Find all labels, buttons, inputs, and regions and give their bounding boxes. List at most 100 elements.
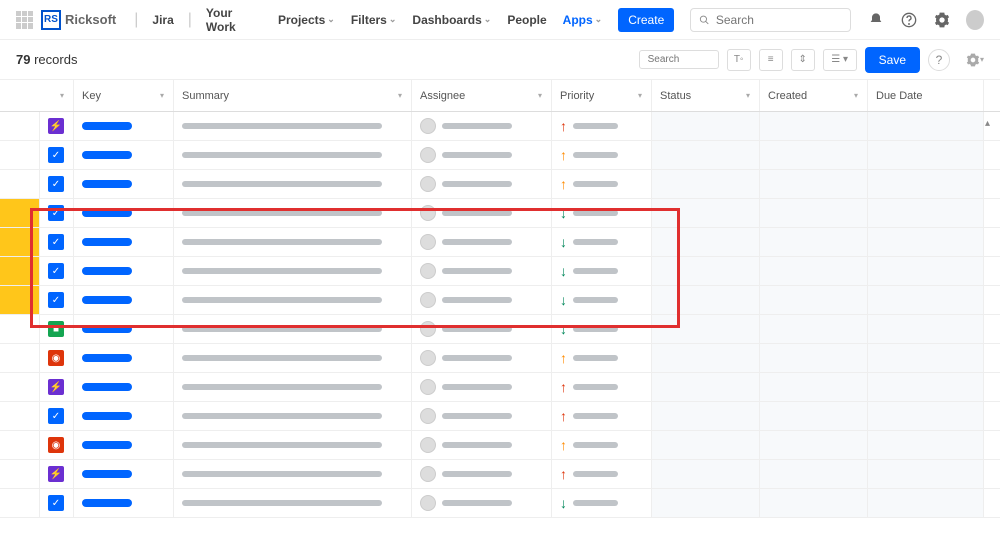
issue-type-cell[interactable]: ⚡	[40, 460, 74, 488]
issue-type-cell[interactable]: ⚡	[40, 112, 74, 140]
row-gutter[interactable]	[0, 228, 40, 256]
created-cell[interactable]	[760, 431, 868, 459]
duedate-cell[interactable]	[868, 315, 984, 343]
issue-key-cell[interactable]	[74, 344, 174, 372]
notifications-icon[interactable]	[867, 11, 884, 29]
assignee-cell[interactable]	[412, 199, 552, 227]
assignee-cell[interactable]	[412, 402, 552, 430]
row-gutter[interactable]	[0, 141, 40, 169]
issue-key-cell[interactable]	[74, 431, 174, 459]
summary-cell[interactable]	[174, 402, 412, 430]
issue-key-cell[interactable]	[74, 199, 174, 227]
issue-type-cell[interactable]: ◉	[40, 431, 74, 459]
summary-cell[interactable]	[174, 489, 412, 517]
created-cell[interactable]	[760, 489, 868, 517]
duedate-cell[interactable]	[868, 257, 984, 285]
row-gutter[interactable]	[0, 402, 40, 430]
priority-cell[interactable]: ↓	[552, 199, 652, 227]
status-cell[interactable]	[652, 431, 760, 459]
assignee-cell[interactable]	[412, 112, 552, 140]
status-cell[interactable]	[652, 286, 760, 314]
summary-cell[interactable]	[174, 460, 412, 488]
row-gutter[interactable]	[0, 460, 40, 488]
create-button[interactable]: Create	[618, 8, 674, 32]
issue-type-cell[interactable]: ✓	[40, 489, 74, 517]
issue-type-cell[interactable]: ✓	[40, 141, 74, 169]
duedate-cell[interactable]	[868, 402, 984, 430]
summary-cell[interactable]	[174, 257, 412, 285]
table-row[interactable]: ⚡ ↑	[0, 460, 1000, 489]
view-toggle-expand[interactable]: ⇕	[791, 49, 815, 71]
duedate-cell[interactable]	[868, 431, 984, 459]
duedate-cell[interactable]	[868, 170, 984, 198]
table-row[interactable]: ✓ ↓	[0, 228, 1000, 257]
status-cell[interactable]	[652, 228, 760, 256]
table-row[interactable]: ✓ ↓	[0, 286, 1000, 315]
priority-cell[interactable]: ↑	[552, 402, 652, 430]
assignee-cell[interactable]	[412, 228, 552, 256]
priority-cell[interactable]: ↑	[552, 431, 652, 459]
issue-type-cell[interactable]: ✓	[40, 402, 74, 430]
settings-dropdown-icon[interactable]: ▾	[966, 51, 984, 69]
search-input[interactable]	[716, 13, 842, 27]
assignee-cell[interactable]	[412, 315, 552, 343]
status-cell[interactable]	[652, 402, 760, 430]
row-gutter[interactable]	[0, 431, 40, 459]
nav-filters[interactable]: Filters⌄	[347, 13, 401, 27]
duedate-cell[interactable]	[868, 489, 984, 517]
status-cell[interactable]	[652, 460, 760, 488]
issue-key-cell[interactable]	[74, 489, 174, 517]
table-row[interactable]: ✓ ↓	[0, 257, 1000, 286]
priority-cell[interactable]: ↑	[552, 373, 652, 401]
help-button[interactable]: ?	[928, 49, 950, 71]
priority-cell[interactable]: ↑	[552, 344, 652, 372]
filter-dropdown-icon[interactable]: ▾	[535, 91, 545, 101]
help-icon[interactable]	[900, 11, 917, 29]
assignee-cell[interactable]	[412, 344, 552, 372]
duedate-cell[interactable]	[868, 344, 984, 372]
view-toggle-list[interactable]: ☰ ▾	[823, 49, 857, 71]
status-cell[interactable]	[652, 141, 760, 169]
nav-projects[interactable]: Projects⌄	[274, 13, 339, 27]
nav-jira[interactable]: Jira	[148, 13, 177, 27]
filter-dropdown-icon[interactable]: ▾	[157, 91, 167, 101]
view-toggle-compact[interactable]: ≡	[759, 49, 783, 71]
issue-key-cell[interactable]	[74, 170, 174, 198]
issue-key-cell[interactable]	[74, 286, 174, 314]
duedate-cell[interactable]	[868, 199, 984, 227]
table-row[interactable]: ✓ ↑	[0, 402, 1000, 431]
duedate-cell[interactable]	[868, 373, 984, 401]
summary-cell[interactable]	[174, 286, 412, 314]
status-cell[interactable]	[652, 199, 760, 227]
row-gutter[interactable]	[0, 112, 40, 140]
summary-cell[interactable]	[174, 373, 412, 401]
status-cell[interactable]	[652, 344, 760, 372]
assignee-cell[interactable]	[412, 286, 552, 314]
filter-dropdown-icon[interactable]: ▾	[635, 91, 645, 101]
col-status[interactable]: Status▾	[652, 80, 760, 111]
table-row[interactable]: ✓ ↑	[0, 170, 1000, 199]
duedate-cell[interactable]	[868, 112, 984, 140]
assignee-cell[interactable]	[412, 489, 552, 517]
nav-dashboards[interactable]: Dashboards⌄	[408, 13, 495, 27]
save-button[interactable]: Save	[865, 47, 920, 73]
issue-key-cell[interactable]	[74, 373, 174, 401]
duedate-cell[interactable]	[868, 286, 984, 314]
assignee-cell[interactable]	[412, 257, 552, 285]
created-cell[interactable]	[760, 257, 868, 285]
issue-key-cell[interactable]	[74, 315, 174, 343]
summary-cell[interactable]	[174, 199, 412, 227]
row-gutter[interactable]	[0, 373, 40, 401]
summary-cell[interactable]	[174, 112, 412, 140]
row-gutter[interactable]	[0, 170, 40, 198]
brand[interactable]: RS Ricksoft	[41, 10, 116, 30]
created-cell[interactable]	[760, 460, 868, 488]
col-assignee[interactable]: Assignee▾	[412, 80, 552, 111]
table-row[interactable]: ✓ ↓	[0, 489, 1000, 518]
priority-cell[interactable]: ↑	[552, 112, 652, 140]
filter-dropdown-icon[interactable]: ▾	[57, 91, 67, 101]
row-gutter[interactable]	[0, 489, 40, 517]
table-search-input[interactable]	[639, 50, 719, 69]
issue-type-cell[interactable]: ■	[40, 315, 74, 343]
row-gutter[interactable]	[0, 286, 40, 314]
